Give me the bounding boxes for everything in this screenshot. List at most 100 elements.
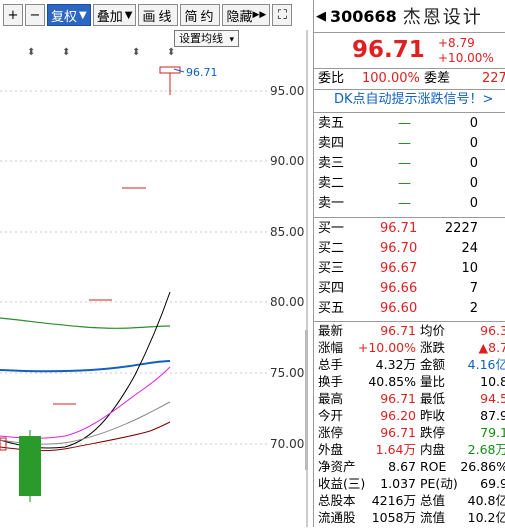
stat-label: 最低 <box>420 391 445 407</box>
order-price: 96.71 <box>380 220 417 238</box>
adjust-dropdown[interactable]: 复权 ▼ <box>47 4 91 26</box>
order-label: 卖一 <box>318 195 344 213</box>
candle-down[interactable] <box>19 430 41 502</box>
order-label: 买一 <box>318 220 344 238</box>
event-marker-icon[interactable]: ⬍ <box>167 47 175 58</box>
stat-label: 收益(三) <box>318 476 365 492</box>
stat-label: 外盘 <box>318 442 343 458</box>
order-label: 卖三 <box>318 155 344 173</box>
order-volume: 0 <box>470 135 478 153</box>
buy-order-row[interactable]: 买一 96.71 2227 <box>314 220 505 238</box>
price-tick: 75.00 <box>270 366 304 380</box>
order-volume: 2227 <box>445 220 478 238</box>
price-change-pct: +10.00% <box>438 51 494 65</box>
stat-label: 跌停 <box>420 425 445 441</box>
order-label: 买二 <box>318 240 344 258</box>
stats-row: 流通股1058万流值10.2亿 <box>314 510 505 528</box>
high-price-label: 96.71 <box>186 66 218 79</box>
ma-line-magenta <box>0 367 170 438</box>
stats-row: 收益(三)1.037PE(动)69.9 <box>314 476 505 494</box>
draw-line-button[interactable]: 画线 <box>138 4 178 26</box>
zoom-out-button[interactable]: − <box>25 4 45 26</box>
ma-line-blue <box>0 361 170 371</box>
stat-value: 96.71 <box>380 391 416 407</box>
order-price: — <box>398 115 411 133</box>
stat-label: 量比 <box>420 374 445 390</box>
stat-value: 4.16亿 <box>468 357 505 373</box>
stock-code: 300668 <box>330 7 397 26</box>
dk-signal-text: DK点自动提示涨跌信号！> <box>334 91 493 109</box>
order-price: — <box>398 195 411 213</box>
buy-order-row[interactable]: 买二96.7024 <box>314 240 505 258</box>
stat-label: 总值 <box>420 493 445 509</box>
last-price: 96.71 <box>352 37 425 63</box>
hide-button[interactable]: 隐藏 ▶▶ <box>222 4 270 26</box>
stat-label: 流值 <box>420 510 445 526</box>
stat-label: 今开 <box>318 408 343 424</box>
kline-chart[interactable]: 95.00 90.00 85.00 80.00 75.00 70.00 ⬍ ⬍ … <box>0 30 308 527</box>
set-ma-dropdown[interactable]: 设置均线 ▾ <box>174 30 239 47</box>
stat-value: 26.86% <box>460 459 505 475</box>
event-marker-icon[interactable]: ⬍ <box>27 47 35 58</box>
stat-label: 净资产 <box>318 459 356 475</box>
order-volume: 10 <box>461 260 478 278</box>
stat-value: 79.1 <box>480 425 505 441</box>
stat-value: 2.68万 <box>468 442 505 458</box>
order-ratio-row: 委比 100.00% 委差 227 <box>314 70 505 88</box>
chart-scrollbar[interactable] <box>305 330 308 470</box>
stat-label: 总股本 <box>318 493 356 509</box>
stats-row: 净资产8.67ROE26.86% <box>314 459 505 477</box>
buy-order-row[interactable]: 买四96.667 <box>314 280 505 298</box>
stat-value: 10.2亿 <box>468 510 505 526</box>
stat-value: 96.3 <box>480 323 505 339</box>
double-arrow-right-icon: ▶▶ <box>252 10 266 20</box>
order-price: — <box>398 155 411 173</box>
stat-label: ROE <box>420 459 446 475</box>
event-marker-icon[interactable]: ⬍ <box>62 47 70 58</box>
stat-label: 涨跌 <box>420 340 445 356</box>
event-marker-icon[interactable]: ⬍ <box>132 47 140 58</box>
hide-label: 隐藏 <box>226 6 252 25</box>
order-diff-value: 227 <box>482 70 505 88</box>
fullscreen-icon[interactable]: ⛶ <box>272 4 292 26</box>
sell-order-row[interactable]: 卖四—0 <box>314 135 505 153</box>
zoom-in-button[interactable]: + <box>3 4 23 26</box>
order-label: 买五 <box>318 300 344 318</box>
order-label: 卖五 <box>318 115 344 133</box>
order-label: 买四 <box>318 280 344 298</box>
stat-label: 内盘 <box>420 442 445 458</box>
overlay-dropdown[interactable]: 叠加 ▼ <box>93 4 137 26</box>
stat-value: 1058万 <box>372 510 416 526</box>
simple-mode-button[interactable]: 简约 <box>180 4 220 26</box>
sell-order-row[interactable]: 卖一—0 <box>314 195 505 213</box>
sell-order-row[interactable]: 卖三—0 <box>314 155 505 173</box>
price-gridlines <box>0 91 268 444</box>
stat-label: 涨停 <box>318 425 343 441</box>
stock-name: 杰恩设计 <box>403 3 483 29</box>
stats-row: 总股本4216万总值40.8亿 <box>314 493 505 511</box>
price-tick: 80.00 <box>270 295 304 309</box>
order-price: 96.70 <box>380 240 417 258</box>
stat-value: 94.5 <box>480 391 505 407</box>
buy-order-row[interactable]: 买三96.6710 <box>314 260 505 278</box>
sell-order-row[interactable]: 卖二—0 <box>314 175 505 193</box>
price-tick: 90.00 <box>270 154 304 168</box>
stat-label: 金额 <box>420 357 445 373</box>
stat-value: +10.00% <box>358 340 416 356</box>
stat-value: 87.9 <box>480 408 505 424</box>
order-volume: 7 <box>470 280 478 298</box>
stats-row: 总手4.32万金额4.16亿 <box>314 357 505 375</box>
price-change: +8.79 <box>438 36 475 50</box>
buy-order-row[interactable]: 买五96.602 <box>314 300 505 318</box>
stats-row: 最新96.71均价96.3 <box>314 323 505 341</box>
stat-value: 96.20 <box>380 408 416 424</box>
collapse-panel-icon[interactable]: ◀ <box>316 9 326 24</box>
chevron-down-icon: ▼ <box>79 10 87 21</box>
order-diff-label: 委差 <box>424 70 450 88</box>
stats-row: 换手40.85%量比10.8 <box>314 374 505 392</box>
adjust-label: 复权 <box>51 6 77 25</box>
dk-signal-link[interactable]: DK点自动提示涨跌信号！> <box>314 91 505 109</box>
sell-order-row[interactable]: 卖五—0 <box>314 115 505 133</box>
stat-value: 4.32万 <box>376 357 416 373</box>
stat-value: 96.71 <box>380 323 416 339</box>
